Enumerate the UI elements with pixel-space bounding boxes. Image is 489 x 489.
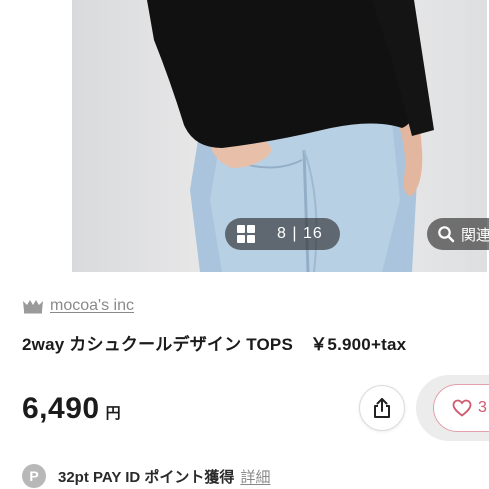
product-price: 6,490 円 bbox=[22, 392, 121, 426]
related-label: 関連 bbox=[461, 226, 489, 244]
product-title: 2way カシュクールデザイン TOPS ￥5.900+tax bbox=[22, 335, 407, 354]
heart-icon bbox=[452, 399, 472, 417]
grid-icon bbox=[237, 225, 255, 243]
price-currency: 円 bbox=[105, 405, 121, 422]
gallery-counter-text: 8 | 16 bbox=[277, 225, 323, 242]
shop-name[interactable]: mocoa's inc bbox=[50, 297, 134, 315]
crown-icon bbox=[23, 300, 43, 314]
points-text: 32pt PAY ID ポイント獲得 bbox=[58, 468, 235, 486]
points-info: P 32pt PAY ID ポイント獲得 詳細 bbox=[22, 464, 270, 488]
like-button[interactable]: 3 bbox=[433, 384, 489, 432]
gallery-counter[interactable]: 8 | 16 bbox=[225, 218, 340, 250]
share-button[interactable] bbox=[359, 385, 405, 431]
like-count: 3 bbox=[478, 399, 487, 416]
search-icon bbox=[438, 226, 455, 243]
related-search-button[interactable]: 関連 bbox=[427, 218, 489, 250]
price-value: 6,490 bbox=[22, 392, 100, 425]
points-detail-link[interactable]: 詳細 bbox=[240, 466, 270, 487]
product-image-area[interactable]: 8 | 16 関連 bbox=[0, 0, 489, 272]
share-icon bbox=[374, 398, 390, 418]
shop-link[interactable]: mocoa's inc bbox=[22, 296, 134, 316]
points-badge-icon: P bbox=[22, 464, 46, 488]
